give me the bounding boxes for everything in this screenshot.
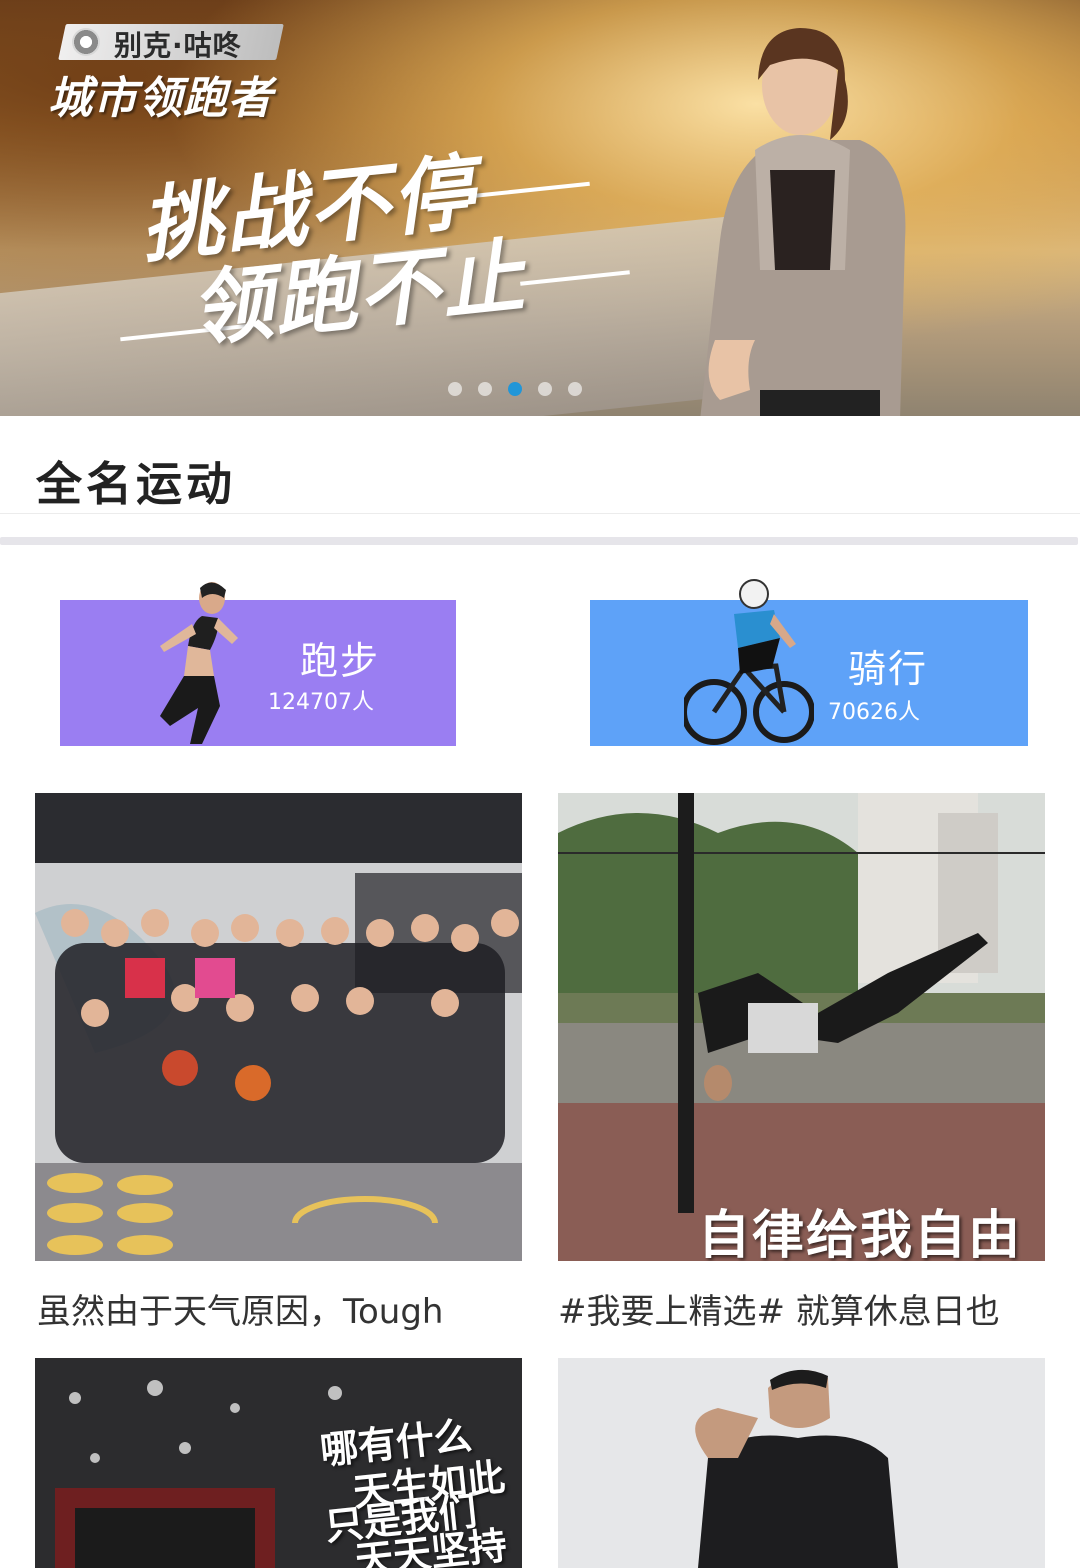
group-fitness-photo	[35, 793, 522, 1261]
feed-image-group-fitness[interactable]	[35, 793, 522, 1261]
feed-image-pole-trick[interactable]: 自律给我自由	[558, 793, 1045, 1261]
carousel-dot[interactable]	[568, 382, 582, 396]
category-label: 跑步	[300, 639, 381, 683]
feed-image-athlete[interactable]	[558, 1358, 1045, 1568]
banner-runner-image	[700, 28, 906, 416]
carousel-dot[interactable]	[448, 382, 462, 396]
campaign-title: 城市领跑者	[48, 73, 273, 124]
pole-photo-overlay-text: 自律给我自由	[698, 1206, 1023, 1261]
carousel-dot-active[interactable]	[508, 382, 522, 396]
runner-figure-icon	[160, 582, 238, 744]
feed-caption[interactable]: #我要上精选# 就算休息日也	[558, 1284, 1045, 1333]
category-count: 70626人	[828, 700, 920, 725]
category-card-running[interactable]: 跑步 124707人	[60, 560, 456, 746]
carousel-dot[interactable]	[538, 382, 552, 396]
category-card-background	[60, 600, 456, 746]
buick-logo-icon	[72, 28, 100, 56]
speed-line	[470, 181, 590, 199]
section-separator	[0, 537, 1078, 545]
section-title: 全名运动	[36, 457, 236, 511]
pole-trick-photo	[558, 793, 1045, 1261]
category-card-cycling[interactable]: 骑行 70626人	[590, 560, 1028, 746]
carousel-indicator[interactable]	[448, 382, 582, 396]
athlete-tshirt-photo	[558, 1358, 1045, 1568]
brand-text: 别克·咕咚	[114, 29, 242, 62]
feed-caption[interactable]: 虽然由于天气原因，Tough	[37, 1284, 524, 1333]
divider	[0, 513, 1080, 514]
cyclist-figure-icon	[684, 579, 814, 745]
carousel-dot[interactable]	[478, 382, 492, 396]
category-count: 124707人	[268, 690, 374, 715]
feed-image-gym-motivation[interactable]: 哪有什么 天生如此 只是我们 天天坚持	[35, 1358, 522, 1568]
hero-banner[interactable]: 别克·咕咚 城市领跑者 挑战不停 领跑不止	[0, 0, 1080, 416]
category-label: 骑行	[848, 647, 929, 691]
